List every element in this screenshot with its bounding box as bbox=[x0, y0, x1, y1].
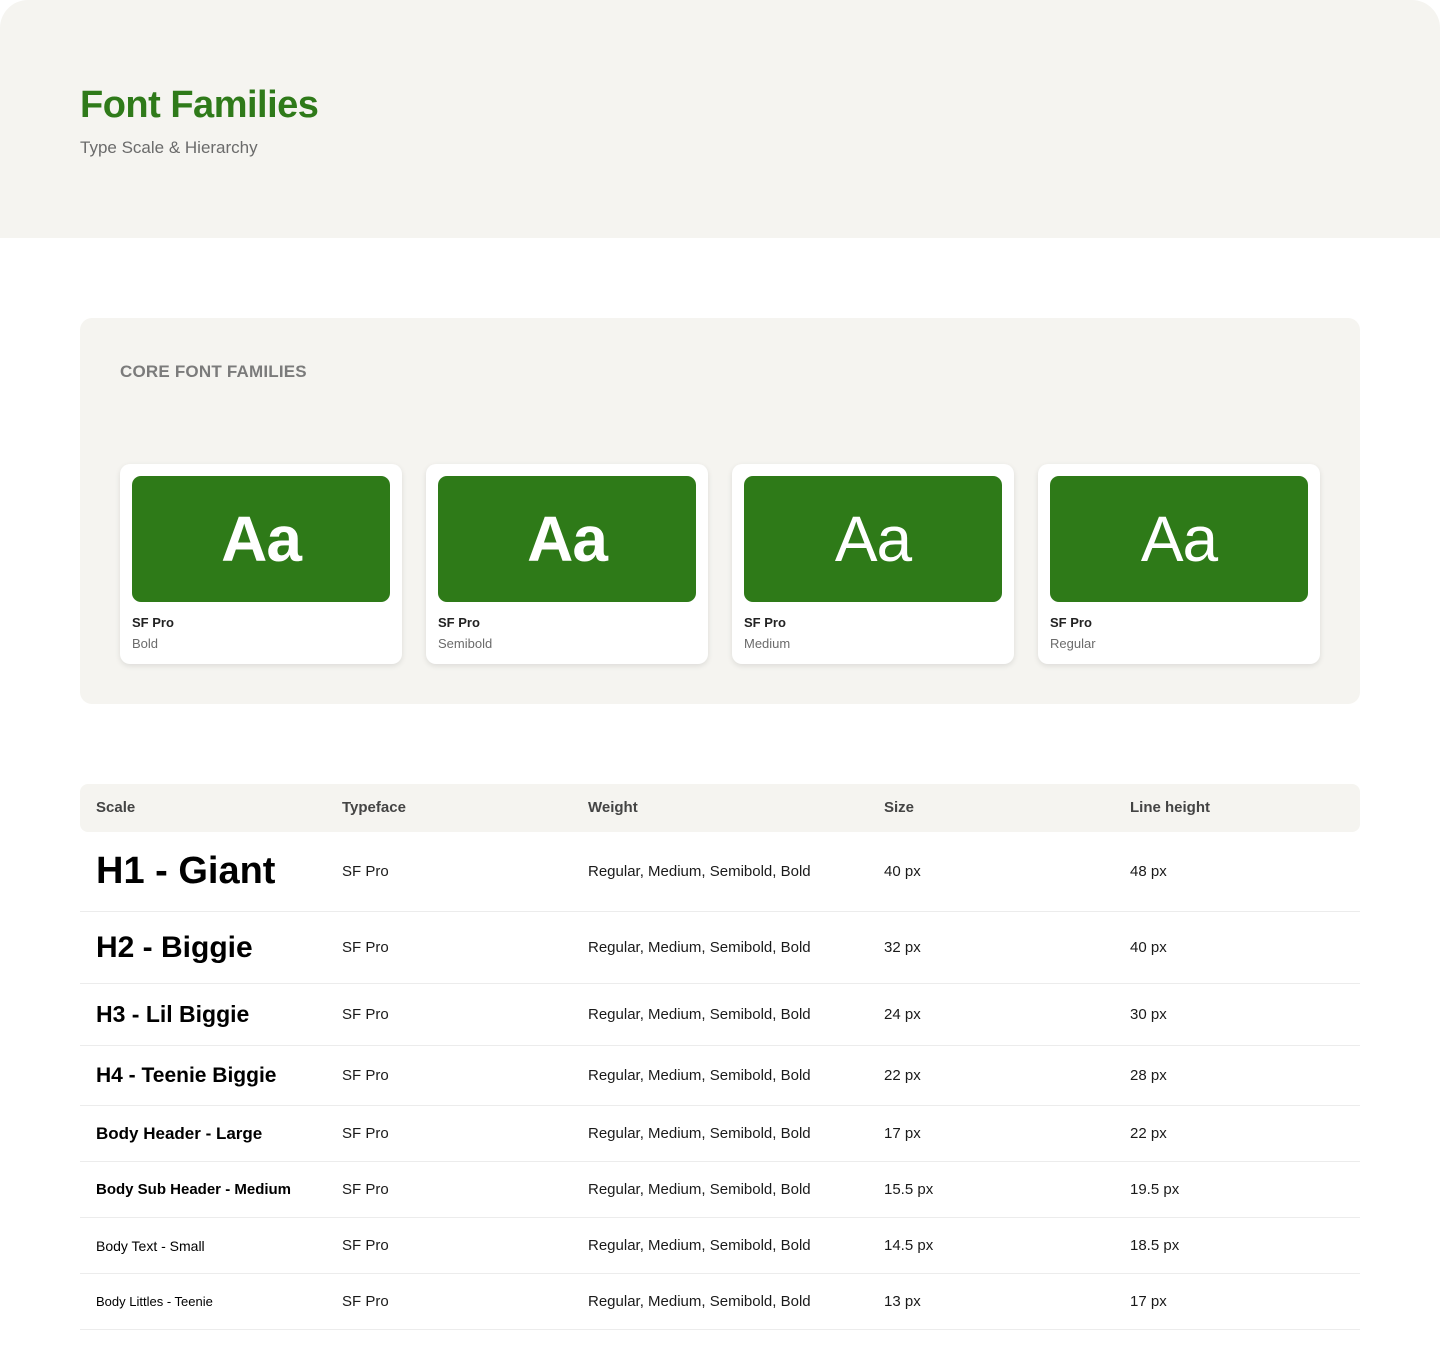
page-title: Font Families bbox=[80, 84, 319, 126]
font-sample-swatch: Aa bbox=[132, 476, 390, 602]
type-scale-table: Scale Typeface Weight Size Line height H… bbox=[80, 784, 1360, 1330]
typeface-cell: SF Pro bbox=[342, 1067, 389, 1084]
font-card-weight: Bold bbox=[132, 636, 159, 651]
line-height-cell: 48 px bbox=[1130, 863, 1167, 880]
weight-cell: Regular, Medium, Semibold, Bold bbox=[588, 1293, 811, 1310]
typeface-cell: SF Pro bbox=[342, 1006, 389, 1023]
line-height-cell: 30 px bbox=[1130, 1006, 1167, 1023]
typeface-cell: SF Pro bbox=[342, 1181, 389, 1198]
page-subtitle: Type Scale & Hierarchy bbox=[80, 138, 258, 157]
column-header-scale: Scale bbox=[96, 799, 136, 816]
page: Font Families Type Scale & Hierarchy COR… bbox=[0, 0, 1440, 1371]
table-row: H1 - Giant SF Pro Regular, Medium, Semib… bbox=[80, 832, 1360, 912]
table-row: Body Text - Small SF Pro Regular, Medium… bbox=[80, 1218, 1360, 1274]
panel-title: CORE FONT FAMILIES bbox=[120, 362, 307, 381]
font-card-weight: Medium bbox=[744, 636, 791, 651]
typeface-cell: SF Pro bbox=[342, 863, 389, 880]
table-row: Body Littles - Teenie SF Pro Regular, Me… bbox=[80, 1274, 1360, 1330]
font-sample-swatch: Aa bbox=[438, 476, 696, 602]
scale-cell: H3 - Lil Biggie bbox=[96, 1001, 250, 1027]
scale-cell: H2 - Biggie bbox=[96, 930, 253, 964]
weight-cell: Regular, Medium, Semibold, Bold bbox=[588, 1006, 811, 1023]
size-cell: 24 px bbox=[884, 1006, 921, 1023]
typeface-cell: SF Pro bbox=[342, 939, 389, 956]
table-row: Body Header - Large SF Pro Regular, Medi… bbox=[80, 1106, 1360, 1162]
font-card-regular[interactable]: Aa SF Pro Regular bbox=[1038, 464, 1320, 664]
scale-cell: H1 - Giant bbox=[96, 850, 276, 892]
core-font-families-panel: CORE FONT FAMILIES Aa SF Pro Bold Aa SF … bbox=[80, 318, 1360, 704]
column-header-size: Size bbox=[884, 799, 915, 816]
font-card-weight: Regular bbox=[1050, 636, 1096, 651]
size-cell: 32 px bbox=[884, 939, 921, 956]
font-card-weight: Semibold bbox=[438, 636, 493, 651]
table-row: H3 - Lil Biggie SF Pro Regular, Medium, … bbox=[80, 984, 1360, 1046]
size-cell: 40 px bbox=[884, 863, 921, 880]
table-header: Scale Typeface Weight Size Line height bbox=[80, 784, 1360, 832]
font-card-name: SF Pro bbox=[132, 615, 174, 630]
page-header: Font Families Type Scale & Hierarchy bbox=[0, 0, 1440, 238]
font-card-bold[interactable]: Aa SF Pro Bold bbox=[120, 464, 402, 664]
scale-cell: H4 - Teenie Biggie bbox=[96, 1063, 277, 1087]
column-header-weight: Weight bbox=[588, 799, 638, 816]
scale-cell: Body Header - Large bbox=[96, 1123, 263, 1143]
weight-cell: Regular, Medium, Semibold, Bold bbox=[588, 1181, 811, 1198]
line-height-cell: 22 px bbox=[1130, 1125, 1167, 1142]
font-card-medium[interactable]: Aa SF Pro Medium bbox=[732, 464, 1014, 664]
line-height-cell: 28 px bbox=[1130, 1067, 1167, 1084]
font-sample-swatch: Aa bbox=[744, 476, 1002, 602]
column-header-typeface: Typeface bbox=[342, 799, 406, 816]
weight-cell: Regular, Medium, Semibold, Bold bbox=[588, 1237, 811, 1254]
weight-cell: Regular, Medium, Semibold, Bold bbox=[588, 863, 811, 880]
size-cell: 13 px bbox=[884, 1293, 921, 1310]
weight-cell: Regular, Medium, Semibold, Bold bbox=[588, 939, 811, 956]
scale-cell: Body Sub Header - Medium bbox=[96, 1181, 292, 1198]
font-card-name: SF Pro bbox=[1050, 615, 1092, 630]
column-header-line-height: Line height bbox=[1130, 799, 1210, 816]
table-row: Body Sub Header - Medium SF Pro Regular,… bbox=[80, 1162, 1360, 1218]
weight-cell: Regular, Medium, Semibold, Bold bbox=[588, 1125, 811, 1142]
size-cell: 15.5 px bbox=[884, 1181, 934, 1198]
typeface-cell: SF Pro bbox=[342, 1293, 389, 1310]
typeface-cell: SF Pro bbox=[342, 1237, 389, 1254]
font-card-name: SF Pro bbox=[438, 615, 480, 630]
table-row: H2 - Biggie SF Pro Regular, Medium, Semi… bbox=[80, 912, 1360, 984]
font-card-semibold[interactable]: Aa SF Pro Semibold bbox=[426, 464, 708, 664]
size-cell: 17 px bbox=[884, 1125, 921, 1142]
size-cell: 14.5 px bbox=[884, 1237, 934, 1254]
line-height-cell: 17 px bbox=[1130, 1293, 1167, 1310]
scale-cell: Body Littles - Teenie bbox=[96, 1294, 213, 1309]
line-height-cell: 40 px bbox=[1130, 939, 1167, 956]
table-row: H4 - Teenie Biggie SF Pro Regular, Mediu… bbox=[80, 1046, 1360, 1106]
weight-cell: Regular, Medium, Semibold, Bold bbox=[588, 1067, 811, 1084]
line-height-cell: 19.5 px bbox=[1130, 1181, 1180, 1198]
font-card-name: SF Pro bbox=[744, 615, 786, 630]
size-cell: 22 px bbox=[884, 1067, 921, 1084]
typeface-cell: SF Pro bbox=[342, 1125, 389, 1142]
line-height-cell: 18.5 px bbox=[1130, 1237, 1180, 1254]
scale-cell: Body Text - Small bbox=[96, 1237, 205, 1254]
font-sample-swatch: Aa bbox=[1050, 476, 1308, 602]
